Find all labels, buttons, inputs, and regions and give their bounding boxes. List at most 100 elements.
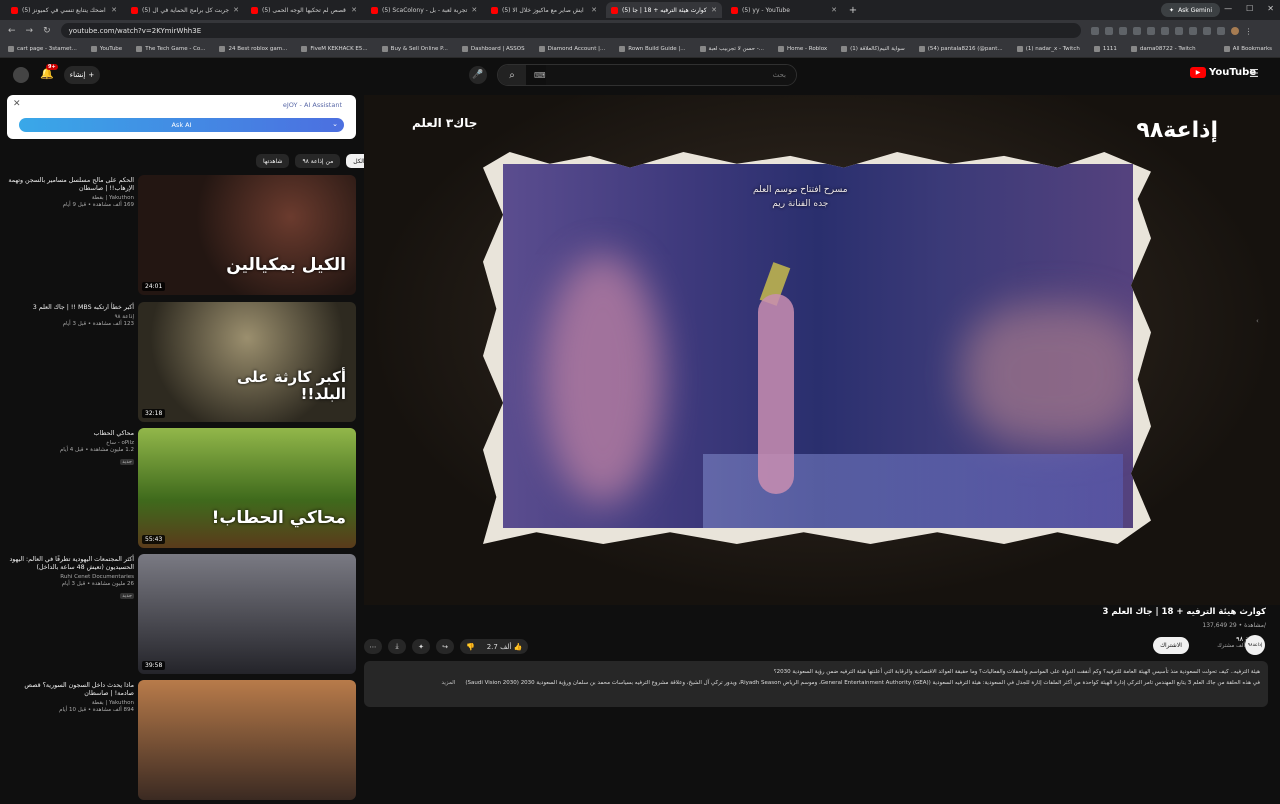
bookmark-item[interactable]: Rown Build Guide |... — [619, 46, 686, 52]
video-title[interactable]: ماذا يحدث داخل السجون السورية؟ قصص صادمة… — [6, 682, 134, 698]
filter-chips: شاهدتها من إذاعة ٩٨ الكل — [256, 154, 372, 168]
dislike-button[interactable]: 👎 — [460, 643, 481, 651]
bookmark-item[interactable]: dama08722 - Twitch — [1130, 46, 1196, 52]
search-input[interactable] — [545, 65, 796, 85]
close-tab-icon[interactable]: ✕ — [711, 6, 717, 14]
bookmark-item[interactable]: (1) nadar_x - Twitch — [1016, 46, 1080, 52]
url-field[interactable]: youtube.com/watch?v=2KYmirWhh3E — [60, 23, 1081, 38]
close-tab-icon[interactable]: ✕ — [471, 6, 477, 14]
bookmark-favicon-icon — [841, 46, 848, 52]
description-box[interactable]: هيئة الترفيه.. كيف تحولت السعودية منذ تأ… — [364, 661, 1268, 707]
download-button[interactable]: ⤓ — [388, 639, 406, 654]
back-icon[interactable]: ← — [8, 26, 16, 36]
recommended-video[interactable]: محاكي الحطاب! 55:43 محاكي الحطاب oPilz -… — [0, 428, 360, 552]
more-actions-button[interactable]: ⋯ — [364, 639, 382, 654]
video-player[interactable]: جاك٣ العلم إذاعة٩٨ مسرح افتتاح موسم العل… — [364, 95, 1280, 605]
bookmark-item[interactable]: 1111 — [1093, 46, 1117, 52]
notifications-icon[interactable]: 🔔 9+ — [40, 64, 58, 80]
all-bookmarks-button[interactable]: All Bookmarks — [1223, 46, 1272, 52]
voice-search-icon[interactable]: 🎤 — [469, 66, 487, 84]
channel-name[interactable]: Ruhi Cenet Documentaries — [6, 574, 134, 580]
hamburger-menu-icon[interactable]: ☰ — [1249, 67, 1259, 80]
extension-icon[interactable] — [1132, 26, 1141, 35]
extension-icon[interactable] — [1216, 26, 1225, 35]
channel-name[interactable]: إذاعة ٩٨ — [6, 314, 134, 320]
channel-name[interactable]: Yakuthon | بقطة — [6, 700, 134, 706]
more-menu-icon[interactable]: ⋮ — [1245, 27, 1253, 36]
bookmark-item[interactable]: cart page - 3stamet... — [8, 46, 77, 52]
browser-tab[interactable]: (5) قصص لم تحكيها الوجه الحمى ✕ — [246, 2, 362, 18]
recommended-video[interactable]: 39:58 أكثر المجتمعات اليهودية تطرفًا في … — [0, 554, 360, 678]
channel-name[interactable]: Yakuthon | بقطة — [6, 195, 134, 201]
reload-icon[interactable]: ↻ — [43, 26, 51, 36]
filter-chip[interactable]: من إذاعة ٩٨ — [295, 154, 341, 168]
bookmark-item[interactable]: (1) سواية النيم(كالعلاقة — [841, 46, 905, 52]
bookmark-item[interactable]: Home - Roblox — [778, 46, 827, 52]
video-title[interactable]: الحكم على مالح مسلسل مسامير بالسجن وتهمة… — [6, 177, 134, 193]
bookmark-item[interactable]: (54) pantala8216 (@pant... — [918, 46, 1003, 52]
profile-avatar-icon[interactable] — [1230, 26, 1239, 35]
create-button[interactable]: إنشاء + — [64, 66, 100, 84]
youtube-logo[interactable]: ▶ YouTube — [1190, 67, 1256, 78]
recommended-video[interactable]: الكيل بمكيالين 24:01 الحكم على مالح مسلس… — [0, 175, 360, 299]
close-tab-icon[interactable]: ✕ — [831, 6, 837, 14]
maximize-icon[interactable]: ☐ — [1246, 4, 1253, 13]
browser-tab[interactable]: (5) ايش صاير مع ماكيوز خلال الا ✕ — [486, 2, 602, 18]
close-tab-icon[interactable]: ✕ — [233, 6, 239, 14]
close-icon[interactable]: ✕ — [13, 99, 21, 109]
video-thumbnail[interactable]: أكبر كارثة على البلد!! 32:18 — [138, 302, 356, 422]
keyboard-icon[interactable]: ⌨ — [534, 71, 546, 80]
video-thumbnail[interactable]: 39:58 — [138, 554, 356, 674]
channel-name[interactable]: oPilz - ساخ — [6, 440, 134, 446]
extension-icon[interactable] — [1174, 26, 1183, 35]
extension-icon[interactable] — [1104, 26, 1113, 35]
bookmark-item[interactable]: حسن لا تجربيب لعبة -... — [699, 46, 764, 52]
browser-tab[interactable]: (5) ScaColony - تجربة لعبة - بل ✕ — [366, 2, 482, 18]
close-window-icon[interactable]: ✕ — [1267, 4, 1274, 13]
close-tab-icon[interactable]: ✕ — [591, 6, 597, 14]
ask-ai-button[interactable]: Ask AI ⌄ — [19, 118, 344, 132]
close-tab-icon[interactable]: ✕ — [111, 6, 117, 14]
extension-icon[interactable] — [1118, 26, 1127, 35]
bookmark-item[interactable]: The Tech Game - Co... — [136, 46, 205, 52]
video-title[interactable]: أكثر المجتمعات اليهودية تطرفًا في العالم… — [6, 556, 134, 572]
extension-icon[interactable] — [1160, 26, 1169, 35]
extension-icon[interactable] — [1188, 26, 1197, 35]
browser-tab[interactable]: (5) كوارث هيئة الترفيه + 18 | جا ✕ — [606, 2, 722, 18]
share-button[interactable]: ↪ — [436, 639, 454, 654]
like-button[interactable]: 2.7 ألف 👍 — [481, 643, 529, 651]
minimize-icon[interactable]: — — [1224, 4, 1232, 13]
filter-chip[interactable]: شاهدتها — [256, 154, 290, 168]
expand-chevron-icon[interactable]: ‹ — [1256, 317, 1259, 325]
subscribe-label: الاشتراك — [1160, 642, 1182, 649]
bookmark-item[interactable]: Diamond Account |... — [538, 46, 605, 52]
ask-gemini-button[interactable]: ✦ Ask Gemini — [1161, 3, 1220, 17]
bookmark-item[interactable]: YouTube — [90, 46, 122, 52]
video-thumbnail[interactable]: الكيل بمكيالين 24:01 — [138, 175, 356, 295]
search-icon[interactable]: ⌕ — [498, 65, 526, 85]
video-title[interactable]: أكبر خطأ ارتكبه MBS !! | جاك العلم 3 — [6, 304, 134, 312]
extension-icon[interactable] — [1090, 26, 1099, 35]
thanks-button[interactable]: ✦ — [412, 639, 430, 654]
video-thumbnail[interactable]: محاكي الحطاب! 55:43 — [138, 428, 356, 548]
video-thumbnail[interactable] — [138, 680, 356, 800]
account-avatar[interactable] — [13, 67, 29, 83]
browser-tab[interactable]: (5) اضحك ينتابع تنسي في كميونز ✕ — [6, 2, 122, 18]
recommended-video[interactable]: ماذا يحدث داخل السجون السورية؟ قصص صادمة… — [0, 680, 360, 804]
close-tab-icon[interactable]: ✕ — [351, 6, 357, 14]
extension-icon[interactable] — [1202, 26, 1211, 35]
bookmark-item[interactable]: Buy & Sell Online P... — [381, 46, 448, 52]
extension-icon[interactable] — [1146, 26, 1155, 35]
browser-tab[interactable]: (5) جربت كل برامج الحماية في ال ✕ — [126, 2, 242, 18]
channel-avatar[interactable]: إذاعة٩٨ — [1245, 635, 1265, 655]
forward-icon[interactable]: → — [26, 26, 34, 36]
browser-tab[interactable]: (5) yy - YouTube ✕ — [726, 2, 842, 18]
bookmark-item[interactable]: FiveM KEKHACK E5... — [301, 46, 368, 52]
new-tab-icon[interactable]: + — [846, 5, 860, 16]
recommended-video[interactable]: أكبر كارثة على البلد!! 32:18 أكبر خطأ ار… — [0, 302, 360, 426]
video-title[interactable]: محاكي الحطاب — [6, 430, 134, 438]
show-more-link[interactable]: المزيد — [442, 680, 456, 686]
bookmark-item[interactable]: 24 Best roblox gam... — [219, 46, 287, 52]
subscribe-button[interactable]: الاشتراك — [1153, 637, 1189, 654]
bookmark-item[interactable]: Dashboard | ASSOS — [461, 46, 525, 52]
